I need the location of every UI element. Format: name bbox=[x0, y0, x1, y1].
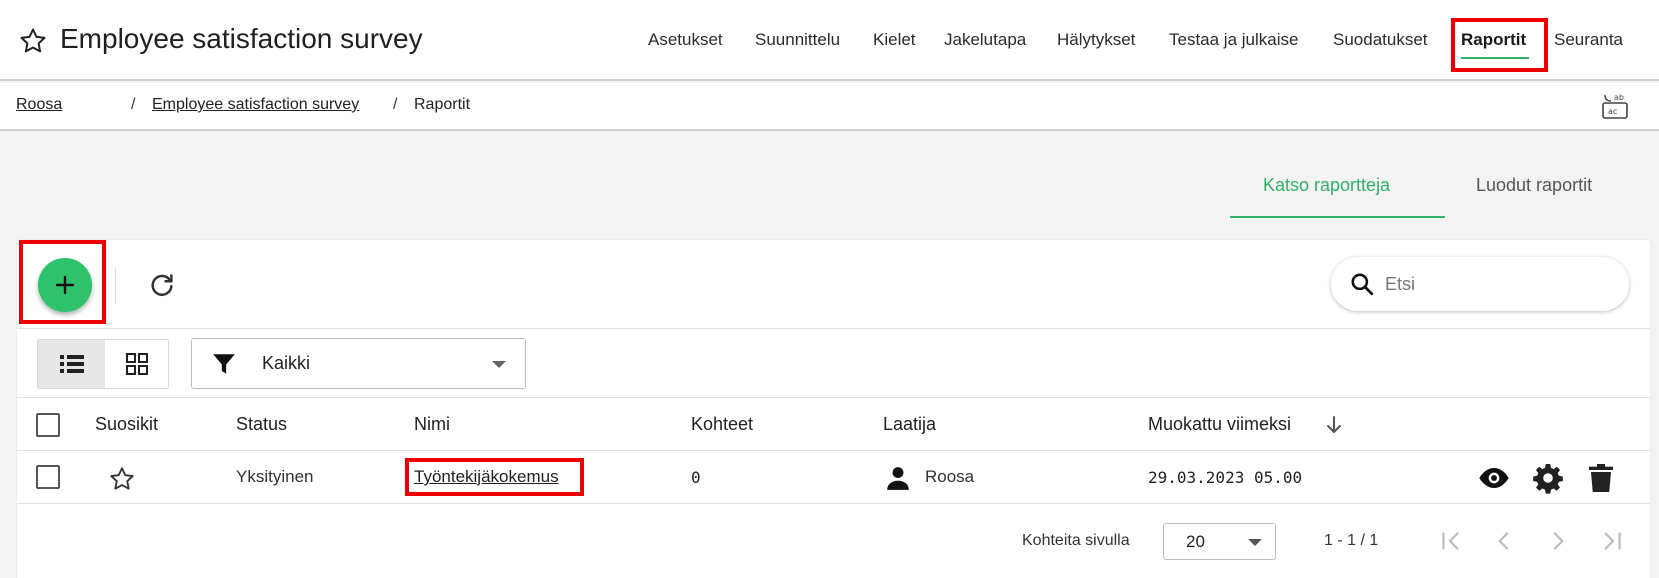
breadcrumb-separator: / bbox=[393, 96, 398, 113]
nav-alerts[interactable]: Hälytykset bbox=[1057, 30, 1135, 56]
search-box bbox=[1331, 257, 1629, 311]
nav-filters[interactable]: Suodatukset bbox=[1333, 30, 1428, 56]
nav-tracking[interactable]: Seuranta bbox=[1554, 30, 1623, 56]
svg-text:ac: ac bbox=[1608, 107, 1617, 116]
nav-reports[interactable]: Raportit bbox=[1461, 30, 1526, 56]
row-modified: 29.03.2023 05.00 bbox=[1148, 468, 1303, 487]
row-status: Yksityinen bbox=[236, 467, 314, 486]
column-header-favorites[interactable]: Suosikit bbox=[95, 414, 158, 435]
divider bbox=[17, 328, 1650, 329]
gear-icon[interactable] bbox=[1532, 462, 1564, 494]
filter-icon bbox=[213, 354, 235, 374]
nav-active-underline bbox=[1461, 57, 1529, 59]
svg-text:ab: ab bbox=[1614, 93, 1624, 102]
column-header-name[interactable]: Nimi bbox=[414, 414, 450, 435]
column-header-status[interactable]: Status bbox=[236, 414, 287, 435]
nav-test-publish[interactable]: Testaa ja julkaise bbox=[1169, 30, 1298, 56]
items-per-page-label: Kohteita sivulla bbox=[1022, 532, 1130, 549]
translate-icon[interactable]: ab ac bbox=[1600, 91, 1630, 121]
eye-icon[interactable] bbox=[1478, 462, 1510, 494]
breadcrumb-survey[interactable]: Employee satisfaction survey bbox=[152, 96, 359, 114]
breadcrumb-current: Raportit bbox=[414, 96, 471, 113]
trash-icon[interactable] bbox=[1585, 462, 1617, 494]
chevron-down-icon bbox=[1248, 539, 1262, 546]
divider bbox=[17, 450, 1650, 451]
column-header-author[interactable]: Laatija bbox=[883, 414, 936, 435]
column-header-items[interactable]: Kohteet bbox=[691, 414, 753, 435]
tab-view-reports[interactable]: Katso raportteja bbox=[1263, 175, 1390, 196]
first-page-icon[interactable] bbox=[1438, 528, 1464, 554]
add-report-button[interactable] bbox=[38, 258, 92, 312]
filter-value: Kaikki bbox=[262, 353, 311, 373]
chevron-down-icon bbox=[492, 361, 506, 368]
nav-distribution[interactable]: Jakelutapa bbox=[944, 30, 1026, 56]
row-checkbox[interactable] bbox=[36, 465, 60, 489]
list-icon bbox=[59, 355, 84, 373]
select-all-checkbox[interactable] bbox=[36, 413, 60, 437]
items-per-page-value: 20 bbox=[1186, 532, 1205, 551]
star-icon[interactable] bbox=[18, 26, 48, 56]
last-page-icon[interactable] bbox=[1599, 528, 1625, 554]
divider bbox=[17, 503, 1650, 504]
report-name-link[interactable]: Työntekijäkokemus bbox=[414, 467, 559, 487]
row-author: Roosa bbox=[925, 467, 975, 486]
next-page-icon[interactable] bbox=[1545, 528, 1571, 554]
sort-arrow-down-icon[interactable] bbox=[1325, 415, 1343, 435]
plus-icon bbox=[55, 275, 75, 295]
nav-settings[interactable]: Asetukset bbox=[648, 30, 723, 56]
column-header-modified[interactable]: Muokattu viimeksi bbox=[1148, 414, 1291, 435]
previous-page-icon[interactable] bbox=[1491, 528, 1517, 554]
view-toggle bbox=[37, 339, 169, 389]
items-per-page-select[interactable]: 20 bbox=[1163, 523, 1276, 560]
grid-icon bbox=[126, 353, 148, 375]
search-input[interactable] bbox=[1385, 270, 1605, 298]
breadcrumb-workspace[interactable]: Roosa bbox=[16, 96, 62, 114]
refresh-icon[interactable] bbox=[147, 270, 177, 300]
toolbar-divider bbox=[115, 268, 116, 304]
favorite-star-icon[interactable] bbox=[108, 465, 136, 493]
breadcrumb: Roosa / Employee satisfaction survey / R… bbox=[0, 83, 1659, 131]
top-bar: Employee satisfaction survey Asetukset S… bbox=[0, 0, 1659, 81]
filter-dropdown[interactable]: Kaikki bbox=[191, 338, 526, 389]
person-icon bbox=[887, 467, 909, 490]
breadcrumb-separator: / bbox=[131, 96, 136, 113]
grid-view-button[interactable] bbox=[105, 340, 168, 388]
survey-title: Employee satisfaction survey bbox=[60, 23, 423, 54]
pagination-range: 1 - 1 / 1 bbox=[1324, 532, 1379, 549]
tab-active-underline bbox=[1230, 216, 1445, 218]
divider bbox=[17, 397, 1650, 398]
row-items: 0 bbox=[691, 468, 701, 487]
nav-design[interactable]: Suunnittelu bbox=[755, 30, 840, 56]
list-view-button[interactable] bbox=[38, 340, 105, 388]
nav-languages[interactable]: Kielet bbox=[873, 30, 916, 56]
search-icon bbox=[1351, 273, 1374, 296]
tab-created-reports[interactable]: Luodut raportit bbox=[1476, 175, 1592, 196]
